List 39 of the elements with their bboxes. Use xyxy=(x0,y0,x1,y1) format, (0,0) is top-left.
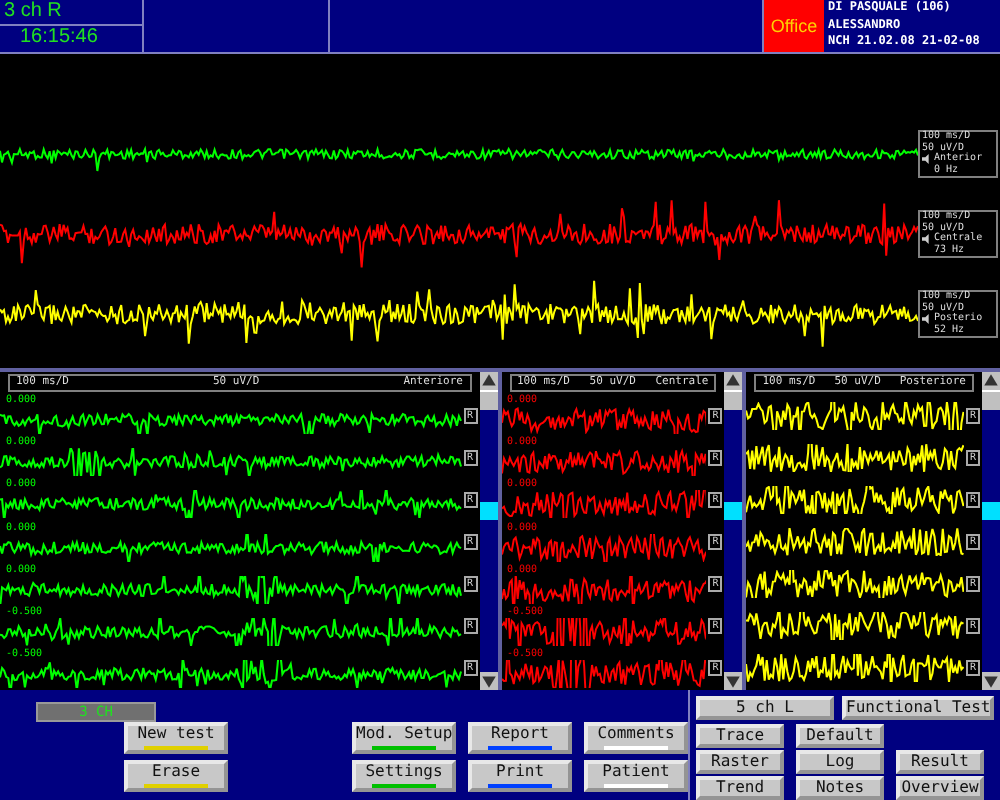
scroll-thumb[interactable] xyxy=(724,390,743,411)
scroll-down-icon[interactable] xyxy=(479,672,497,690)
office-badge: Office xyxy=(764,0,824,52)
scroll-position-marker[interactable] xyxy=(724,502,743,521)
scrollbar[interactable] xyxy=(479,372,497,690)
view-button[interactable]: Log xyxy=(796,750,884,774)
scroll-position-marker[interactable] xyxy=(479,502,497,521)
action-button[interactable]: Mod. Setup xyxy=(352,722,456,754)
scroll-down-icon[interactable] xyxy=(724,672,743,690)
scrollbar[interactable] xyxy=(724,372,743,690)
action-button[interactable]: Erase xyxy=(124,760,228,792)
view-button[interactable]: Overview xyxy=(896,776,984,800)
view-button[interactable]: Default xyxy=(796,724,884,748)
action-button[interactable]: Patient xyxy=(584,760,688,792)
view-button[interactable]: Raster xyxy=(696,750,784,774)
action-button[interactable]: Print xyxy=(468,760,572,792)
action-button[interactable]: Comments xyxy=(584,722,688,754)
speaker-icon[interactable] xyxy=(922,154,932,165)
view-button[interactable]: Result xyxy=(896,750,984,774)
view-button[interactable]: Trace xyxy=(696,724,784,748)
view-button[interactable]: Trend xyxy=(696,776,784,800)
scroll-thumb[interactable] xyxy=(479,390,497,411)
scroll-up-icon[interactable] xyxy=(982,372,1000,391)
speaker-icon[interactable] xyxy=(922,234,932,245)
scroll-down-icon[interactable] xyxy=(982,672,1000,690)
scroll-up-icon[interactable] xyxy=(724,372,743,391)
speaker-icon[interactable] xyxy=(922,314,932,325)
channel-mode-label: 3 ch R xyxy=(2,0,64,24)
mode-button[interactable]: 5 ch L xyxy=(696,696,834,720)
scrollbar[interactable] xyxy=(982,372,1000,690)
action-button[interactable]: Report xyxy=(468,722,572,754)
functional-test-button[interactable]: Functional Test xyxy=(842,696,995,720)
view-button[interactable]: Notes xyxy=(796,776,884,800)
scroll-position-marker[interactable] xyxy=(982,502,1000,521)
action-button[interactable]: Settings xyxy=(352,760,456,792)
action-button[interactable]: New test xyxy=(124,722,228,754)
scroll-up-icon[interactable] xyxy=(479,372,497,391)
scroll-thumb[interactable] xyxy=(982,390,1000,411)
clock-time: 16:15:46 xyxy=(0,24,142,50)
